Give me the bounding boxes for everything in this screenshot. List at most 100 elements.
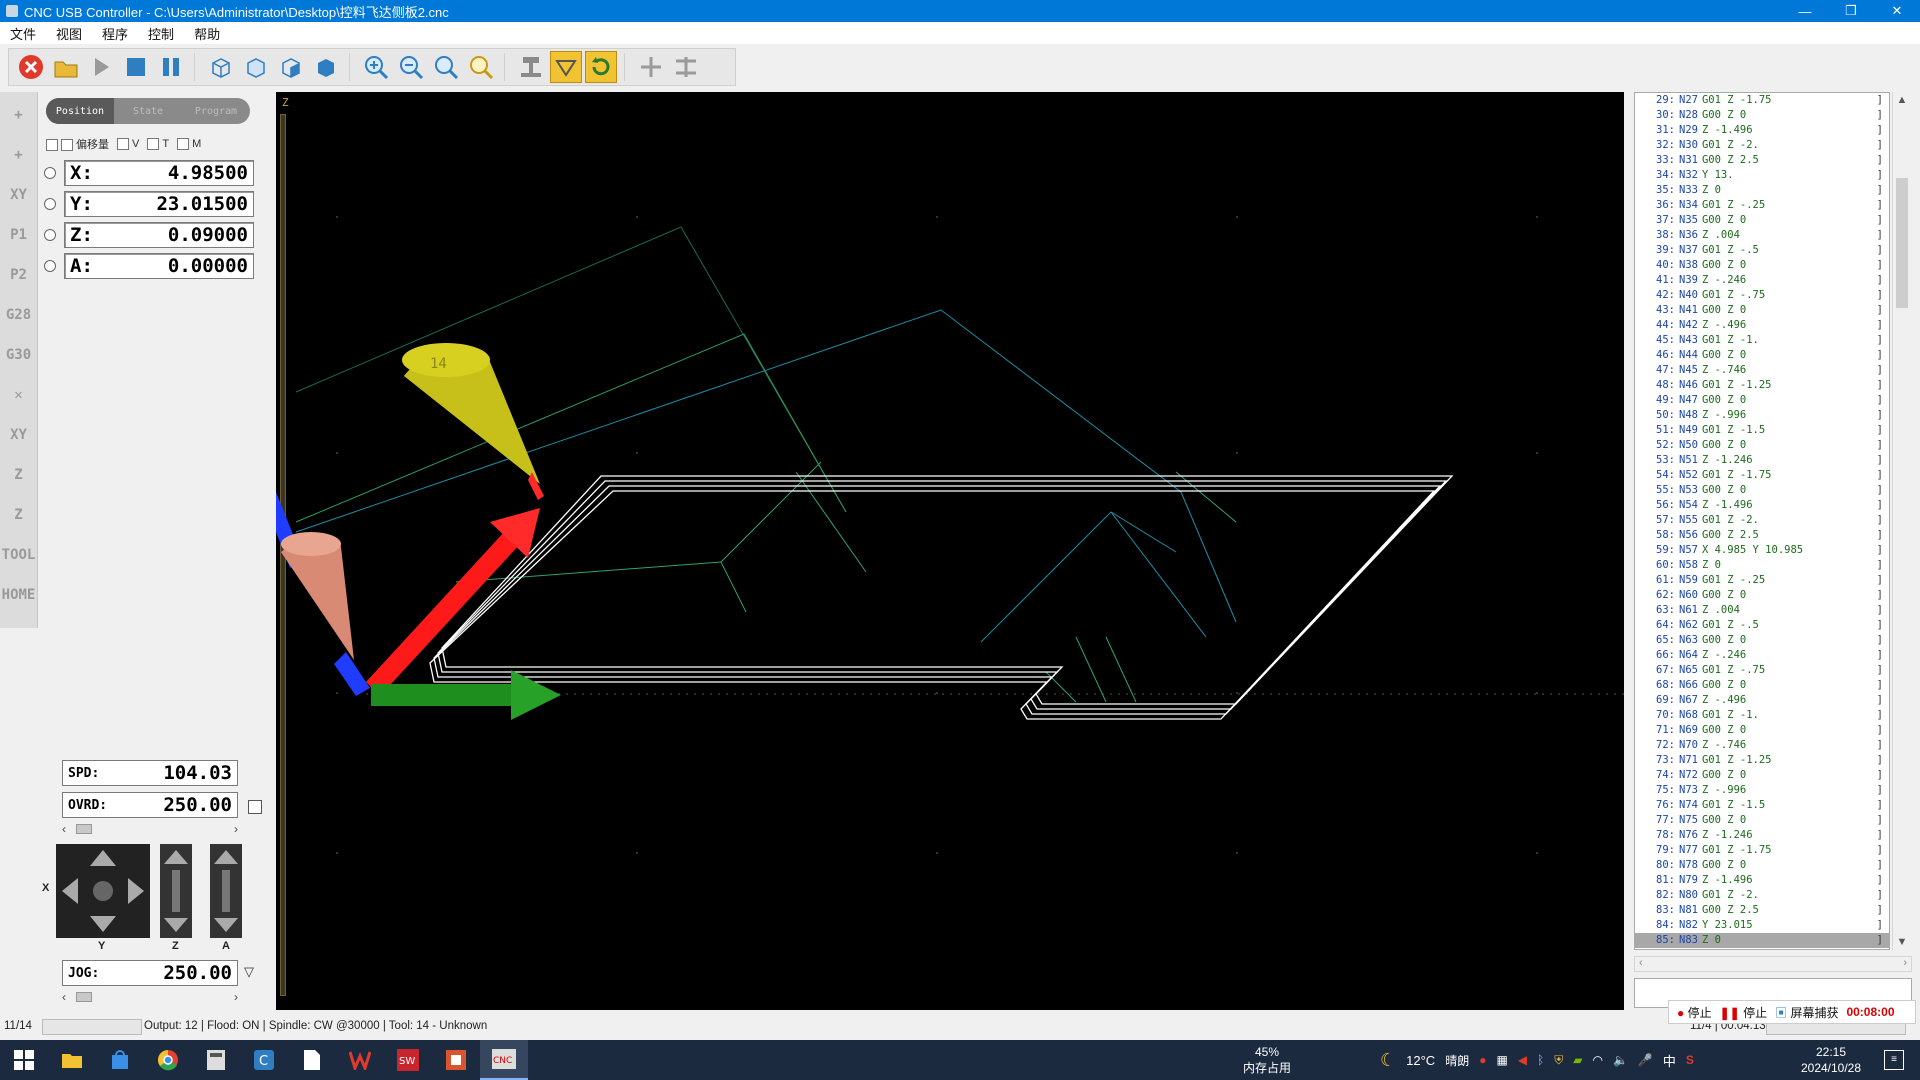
code-line[interactable]: 81: N79 Z -1.496] bbox=[1635, 873, 1889, 888]
zoom-window-icon[interactable] bbox=[465, 51, 497, 83]
toolpath-toggle-icon[interactable] bbox=[550, 51, 582, 83]
code-line[interactable]: 52: N50 G00 Z 0] bbox=[1635, 438, 1889, 453]
play-icon[interactable] bbox=[85, 51, 117, 83]
code-line[interactable]: 45: N43 G01 Z -1.] bbox=[1635, 333, 1889, 348]
code-line[interactable]: 57: N55 G01 Z -2.] bbox=[1635, 513, 1889, 528]
code-line[interactable]: 85: N83 Z 0] bbox=[1635, 933, 1889, 948]
close-button[interactable]: ✕ bbox=[1874, 0, 1920, 22]
jog-arrows-icon[interactable] bbox=[56, 844, 150, 938]
slider-left-arrow[interactable]: ‹ bbox=[62, 822, 66, 836]
view-front-icon[interactable] bbox=[275, 51, 307, 83]
a-jog-column[interactable] bbox=[210, 844, 242, 938]
strip-button-g28[interactable]: G28 bbox=[3, 298, 35, 332]
toolpath-3d-view[interactable]: Z 14 bbox=[276, 92, 1624, 1010]
code-line[interactable]: 56: N54 Z -1.496] bbox=[1635, 498, 1889, 513]
code-line[interactable]: 64: N62 G01 Z -.5] bbox=[1635, 618, 1889, 633]
code-line[interactable]: 39: N37 G01 Z -.5] bbox=[1635, 243, 1889, 258]
strip-button-p2[interactable]: P2 bbox=[3, 258, 35, 292]
code-line[interactable]: 42: N40 G01 Z -.75] bbox=[1635, 288, 1889, 303]
view-top-icon[interactable] bbox=[240, 51, 272, 83]
zoom-out-icon[interactable] bbox=[395, 51, 427, 83]
wifi-icon[interactable]: ◠ bbox=[1592, 1053, 1602, 1067]
zoom-in-icon[interactable] bbox=[360, 51, 392, 83]
strip-button-tool[interactable]: TOOL bbox=[2, 538, 36, 572]
menu-program[interactable]: 程序 bbox=[92, 24, 138, 43]
code-line[interactable]: 84: N82 Y 23.015] bbox=[1635, 918, 1889, 933]
calculator-icon[interactable] bbox=[192, 1040, 240, 1080]
file-explorer-icon[interactable] bbox=[48, 1040, 96, 1080]
jog-dropdown-icon[interactable]: ▽ bbox=[244, 964, 254, 980]
slider-right-arrow[interactable]: › bbox=[234, 822, 238, 836]
code-line[interactable]: 54: N52 G01 Z -1.75] bbox=[1635, 468, 1889, 483]
screen-capture-button[interactable]: ▣ 屏幕捕获 bbox=[1775, 1004, 1838, 1021]
code-line[interactable]: 59: N57 X 4.985 Y 10.985] bbox=[1635, 543, 1889, 558]
code-line[interactable]: 80: N78 G00 Z 0] bbox=[1635, 858, 1889, 873]
jog-slider-right-arrow[interactable]: › bbox=[234, 990, 238, 1004]
machine-icon[interactable] bbox=[515, 51, 547, 83]
code-line[interactable]: 60: N58 Z 0] bbox=[1635, 558, 1889, 573]
code-line[interactable]: 58: N56 G00 Z 2.5] bbox=[1635, 528, 1889, 543]
t-checkbox[interactable]: T bbox=[147, 138, 169, 151]
code-line[interactable]: 49: N47 G00 Z 0] bbox=[1635, 393, 1889, 408]
gcode-horizontal-scrollbar[interactable]: ‹ › bbox=[1634, 956, 1912, 972]
code-line[interactable]: 44: N42 Z -.496] bbox=[1635, 318, 1889, 333]
code-line[interactable]: 75: N73 Z -.996] bbox=[1635, 783, 1889, 798]
z-axis-radio[interactable] bbox=[44, 229, 56, 241]
menu-file[interactable]: 文件 bbox=[0, 24, 46, 43]
code-line[interactable]: 72: N70 Z -.746] bbox=[1635, 738, 1889, 753]
override-checkbox[interactable] bbox=[248, 800, 262, 814]
code-line[interactable]: 35: N33 Z 0] bbox=[1635, 183, 1889, 198]
pause-icon[interactable] bbox=[155, 51, 187, 83]
y-axis-radio[interactable] bbox=[44, 198, 56, 210]
scroll-thumb[interactable] bbox=[1896, 178, 1908, 308]
code-line[interactable]: 82: N80 G01 Z -2.] bbox=[1635, 888, 1889, 903]
ime-indicator[interactable]: 中 bbox=[1663, 1051, 1676, 1070]
tray-record-icon[interactable]: ● bbox=[1479, 1053, 1486, 1067]
code-line[interactable]: 63: N61 Z .004] bbox=[1635, 603, 1889, 618]
distribute-icon[interactable] bbox=[670, 51, 702, 83]
code-line[interactable]: 32: N30 G01 Z -2.] bbox=[1635, 138, 1889, 153]
xy-jog-pad[interactable] bbox=[56, 844, 150, 938]
z-jog-column[interactable] bbox=[160, 844, 192, 938]
code-line[interactable]: 61: N59 G01 Z -.25] bbox=[1635, 573, 1889, 588]
code-line[interactable]: 73: N71 G01 Z -1.25] bbox=[1635, 753, 1889, 768]
chrome-icon[interactable] bbox=[144, 1040, 192, 1080]
start-icon[interactable] bbox=[0, 1040, 48, 1080]
refresh-icon[interactable] bbox=[585, 51, 617, 83]
code-line[interactable]: 34: N32 Y 13.] bbox=[1635, 168, 1889, 183]
override-slider[interactable]: ‹ › bbox=[62, 822, 238, 836]
strip-button-p1[interactable]: P1 bbox=[3, 218, 35, 252]
store-icon[interactable] bbox=[96, 1040, 144, 1080]
code-line[interactable]: 78: N76 Z -1.246] bbox=[1635, 828, 1889, 843]
code-line[interactable]: 62: N60 G00 Z 0] bbox=[1635, 588, 1889, 603]
code-line[interactable]: 46: N44 G00 Z 0] bbox=[1635, 348, 1889, 363]
open-folder-icon[interactable] bbox=[50, 51, 82, 83]
strip-button-home[interactable]: HOME bbox=[2, 578, 36, 612]
solidworks-icon[interactable]: SW bbox=[384, 1040, 432, 1080]
align-icon[interactable] bbox=[635, 51, 667, 83]
document-icon[interactable] bbox=[288, 1040, 336, 1080]
bluetooth-icon[interactable]: ᛒ bbox=[1537, 1053, 1544, 1067]
record-pause-button[interactable]: ❚❚ 停止 bbox=[1720, 1004, 1767, 1021]
wps-icon[interactable] bbox=[336, 1040, 384, 1080]
z-jog-arrows-icon[interactable] bbox=[160, 844, 192, 938]
code-line[interactable]: 36: N34 G01 Z -.25] bbox=[1635, 198, 1889, 213]
m-checkbox[interactable]: M bbox=[177, 138, 201, 151]
code-line[interactable]: 31: N29 Z -1.496] bbox=[1635, 123, 1889, 138]
tab-program[interactable]: Program bbox=[182, 98, 250, 124]
tray-app-icon[interactable]: ▦ bbox=[1496, 1053, 1507, 1067]
view-side-icon[interactable] bbox=[310, 51, 342, 83]
strip-button-zero-z[interactable]: Z bbox=[3, 458, 35, 492]
tab-position[interactable]: Position bbox=[46, 98, 114, 124]
code-line[interactable]: 76: N74 G01 Z -1.5] bbox=[1635, 798, 1889, 813]
gcode-list[interactable]: 29: N27 G01 Z -1.75] 30: N28 G00 Z 0] 31: N29 Z … bbox=[1634, 92, 1890, 950]
code-line[interactable]: 50: N48 Z -.996] bbox=[1635, 408, 1889, 423]
code-line[interactable]: 43: N41 G00 Z 0] bbox=[1635, 303, 1889, 318]
code-line[interactable]: 83: N81 G00 Z 2.5] bbox=[1635, 903, 1889, 918]
scroll-up-icon[interactable]: ▲ bbox=[1893, 94, 1911, 106]
microphone-icon[interactable]: 🎤 bbox=[1638, 1053, 1653, 1067]
hscroll-left-arrow[interactable]: ‹ bbox=[1639, 957, 1643, 971]
app-c-icon[interactable]: C bbox=[240, 1040, 288, 1080]
code-line[interactable]: 65: N63 G00 Z 0] bbox=[1635, 633, 1889, 648]
office-icon[interactable] bbox=[432, 1040, 480, 1080]
